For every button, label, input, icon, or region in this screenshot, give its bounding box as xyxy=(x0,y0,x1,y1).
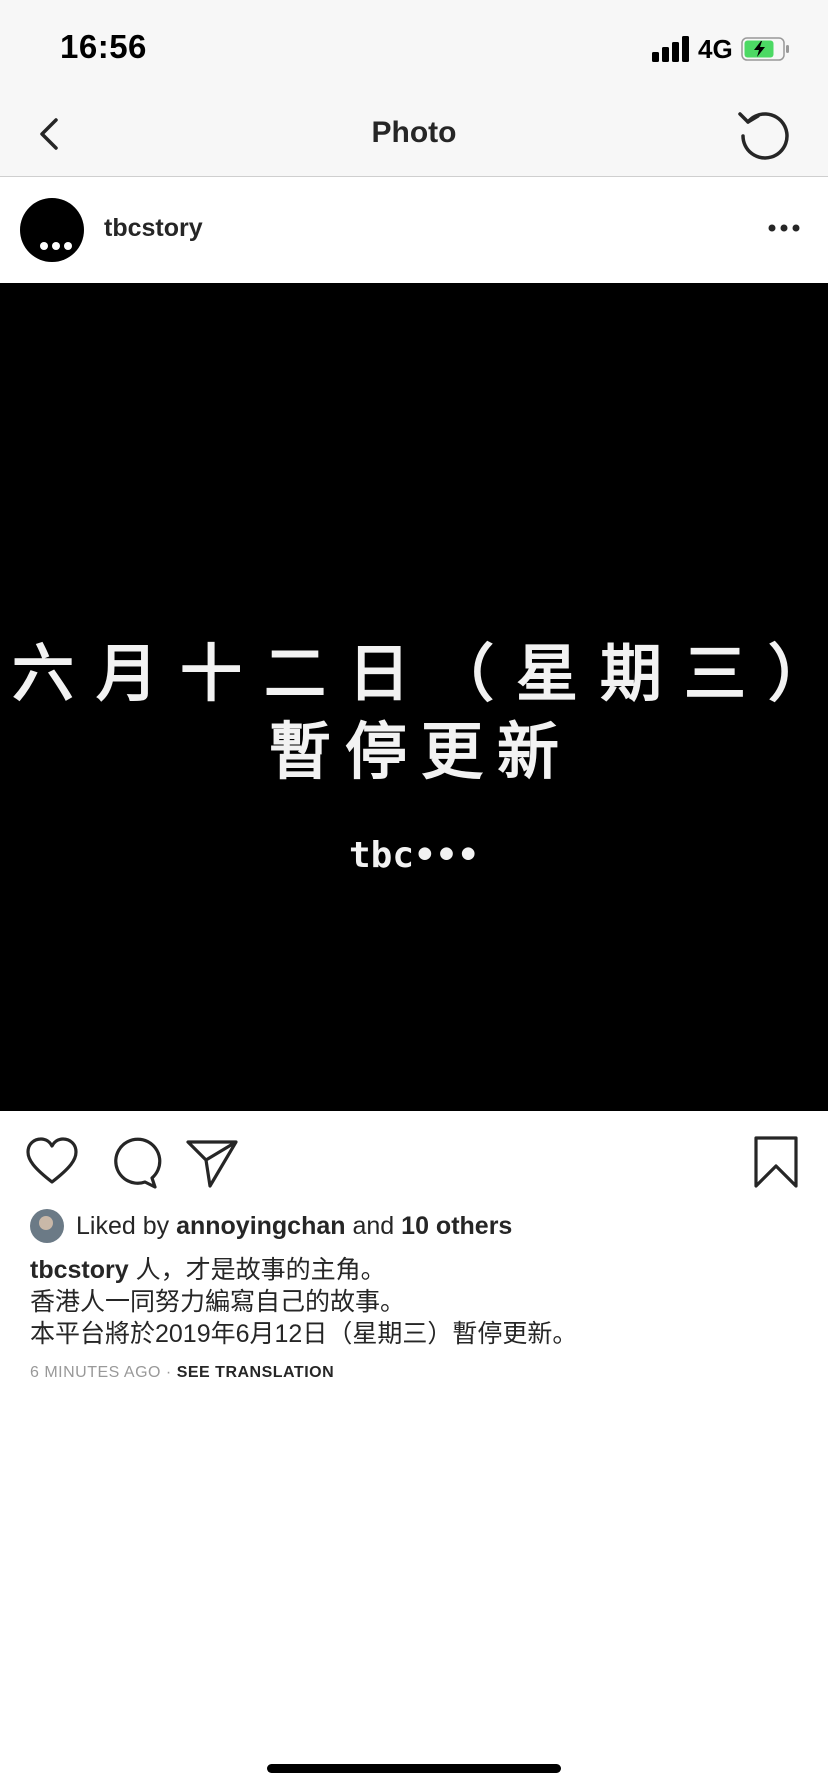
share-button[interactable] xyxy=(182,1132,242,1192)
page-title: Photo xyxy=(371,116,457,149)
comment-icon xyxy=(114,1137,162,1189)
reload-icon xyxy=(738,112,789,160)
comment-button[interactable] xyxy=(102,1132,162,1192)
caption-username[interactable]: tbcstory xyxy=(30,1256,129,1284)
avatar[interactable] xyxy=(20,198,84,262)
post-meta: 6 MINUTES AGO · SEE TRANSLATION xyxy=(30,1364,334,1382)
nav-bar: Photo xyxy=(0,100,828,177)
status-bar: 16:56 4G xyxy=(0,0,828,100)
battery-icon xyxy=(741,37,789,61)
bookmark-icon xyxy=(754,1136,798,1188)
post-caption: tbcstory 人，才是故事的主角。 香港人一同努力編寫自己的故事。 本平台將… xyxy=(30,1254,810,1350)
liker-avatar[interactable] xyxy=(30,1209,64,1243)
caption-line: 香港人一同努力編寫自己的故事。 xyxy=(30,1288,406,1316)
likes-others-link[interactable]: 10 others xyxy=(401,1212,512,1241)
likes-row: Liked by annoyingchan and 10 others xyxy=(30,1208,512,1244)
more-options-button[interactable] xyxy=(764,208,804,248)
heart-icon xyxy=(26,1137,78,1184)
like-button[interactable] xyxy=(22,1132,82,1192)
status-time: 16:56 xyxy=(60,28,147,65)
image-text-logo: tbc••• xyxy=(348,835,480,876)
post-header: tbcstory xyxy=(0,178,828,284)
image-text-notice: 暫停更新 xyxy=(268,715,573,788)
post-username[interactable]: tbcstory xyxy=(104,214,203,243)
meta-separator: · xyxy=(165,1364,172,1381)
save-button[interactable] xyxy=(746,1132,806,1192)
more-dots-icon xyxy=(768,224,800,232)
image-text-date: 六月十二日（星期三） xyxy=(12,637,828,710)
see-translation-link[interactable]: SEE TRANSLATION xyxy=(177,1364,334,1381)
reload-button[interactable] xyxy=(734,104,794,164)
post-image[interactable]: 六月十二日（星期三） 暫停更新 tbc••• xyxy=(0,283,828,1111)
paper-plane-icon xyxy=(186,1140,238,1188)
liker-username[interactable]: annoyingchan xyxy=(176,1212,345,1241)
likes-prefix: Liked by xyxy=(76,1211,170,1240)
home-indicator[interactable] xyxy=(267,1764,561,1773)
signal-icon xyxy=(652,36,690,62)
post-timestamp: 6 MINUTES AGO xyxy=(30,1364,161,1381)
caption-line: 人，才是故事的主角。 xyxy=(135,1256,386,1284)
likes-middle: and xyxy=(352,1211,395,1240)
network-label: 4G xyxy=(698,34,733,64)
post-actions xyxy=(0,1112,828,1212)
caption-line: 本平台將於2019年6月12日（星期三）暫停更新。 xyxy=(30,1320,578,1348)
